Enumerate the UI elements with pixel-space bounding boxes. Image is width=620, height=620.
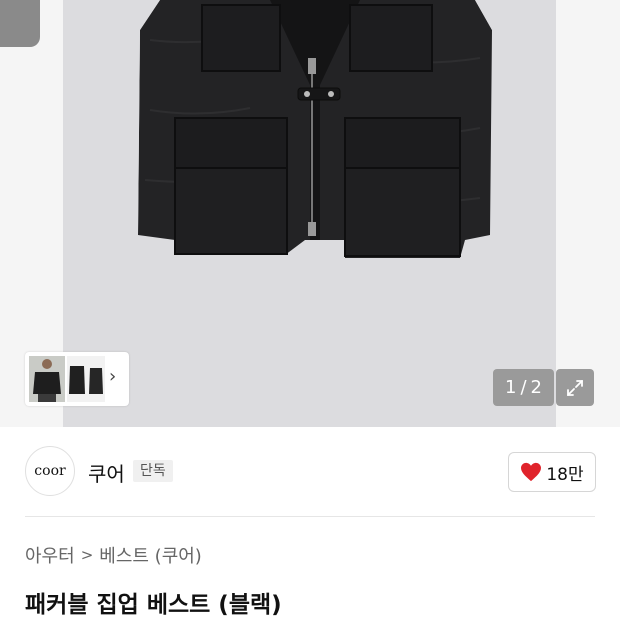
brand-name-link[interactable]: 쿠어 [88,458,125,487]
back-button[interactable] [0,0,40,47]
breadcrumb-subcategory[interactable]: 베스트 (쿠어) [99,542,202,568]
exclusive-badge: 단독 [133,460,173,482]
thumbnail-model-photo[interactable] [29,356,65,402]
thumbnail-strip[interactable]: › [25,352,129,406]
like-button[interactable]: 18만 [508,452,596,492]
total-pages: 2 [530,377,542,398]
breadcrumb-category[interactable]: 아우터 [25,542,75,568]
current-page: 1 [505,377,517,398]
heart-icon [521,462,542,482]
divider [25,516,595,517]
breadcrumb: 아우터 > 베스트 (쿠어) [25,542,202,568]
product-title: 패커블 집업 베스트 (블랙) [25,592,282,618]
thumbnail-vest-front[interactable] [67,356,87,402]
expand-icon [567,379,583,396]
brand-logo[interactable]: coor [25,446,75,496]
breadcrumb-separator: > [80,546,94,564]
thumbnail-vest-back[interactable] [87,356,105,402]
product-photo-vest [130,0,500,258]
product-image-gallery[interactable]: › 1 / 2 [0,0,620,427]
like-count: 18만 [546,464,584,485]
expand-button[interactable] [556,369,594,406]
page-separator: / [520,377,527,398]
brand-logo-text: coor [34,463,66,479]
brand-row: coor 쿠어 단독 18만 [0,440,620,500]
chevron-right-icon[interactable]: › [109,366,116,387]
page-indicator: 1 / 2 [493,369,554,406]
